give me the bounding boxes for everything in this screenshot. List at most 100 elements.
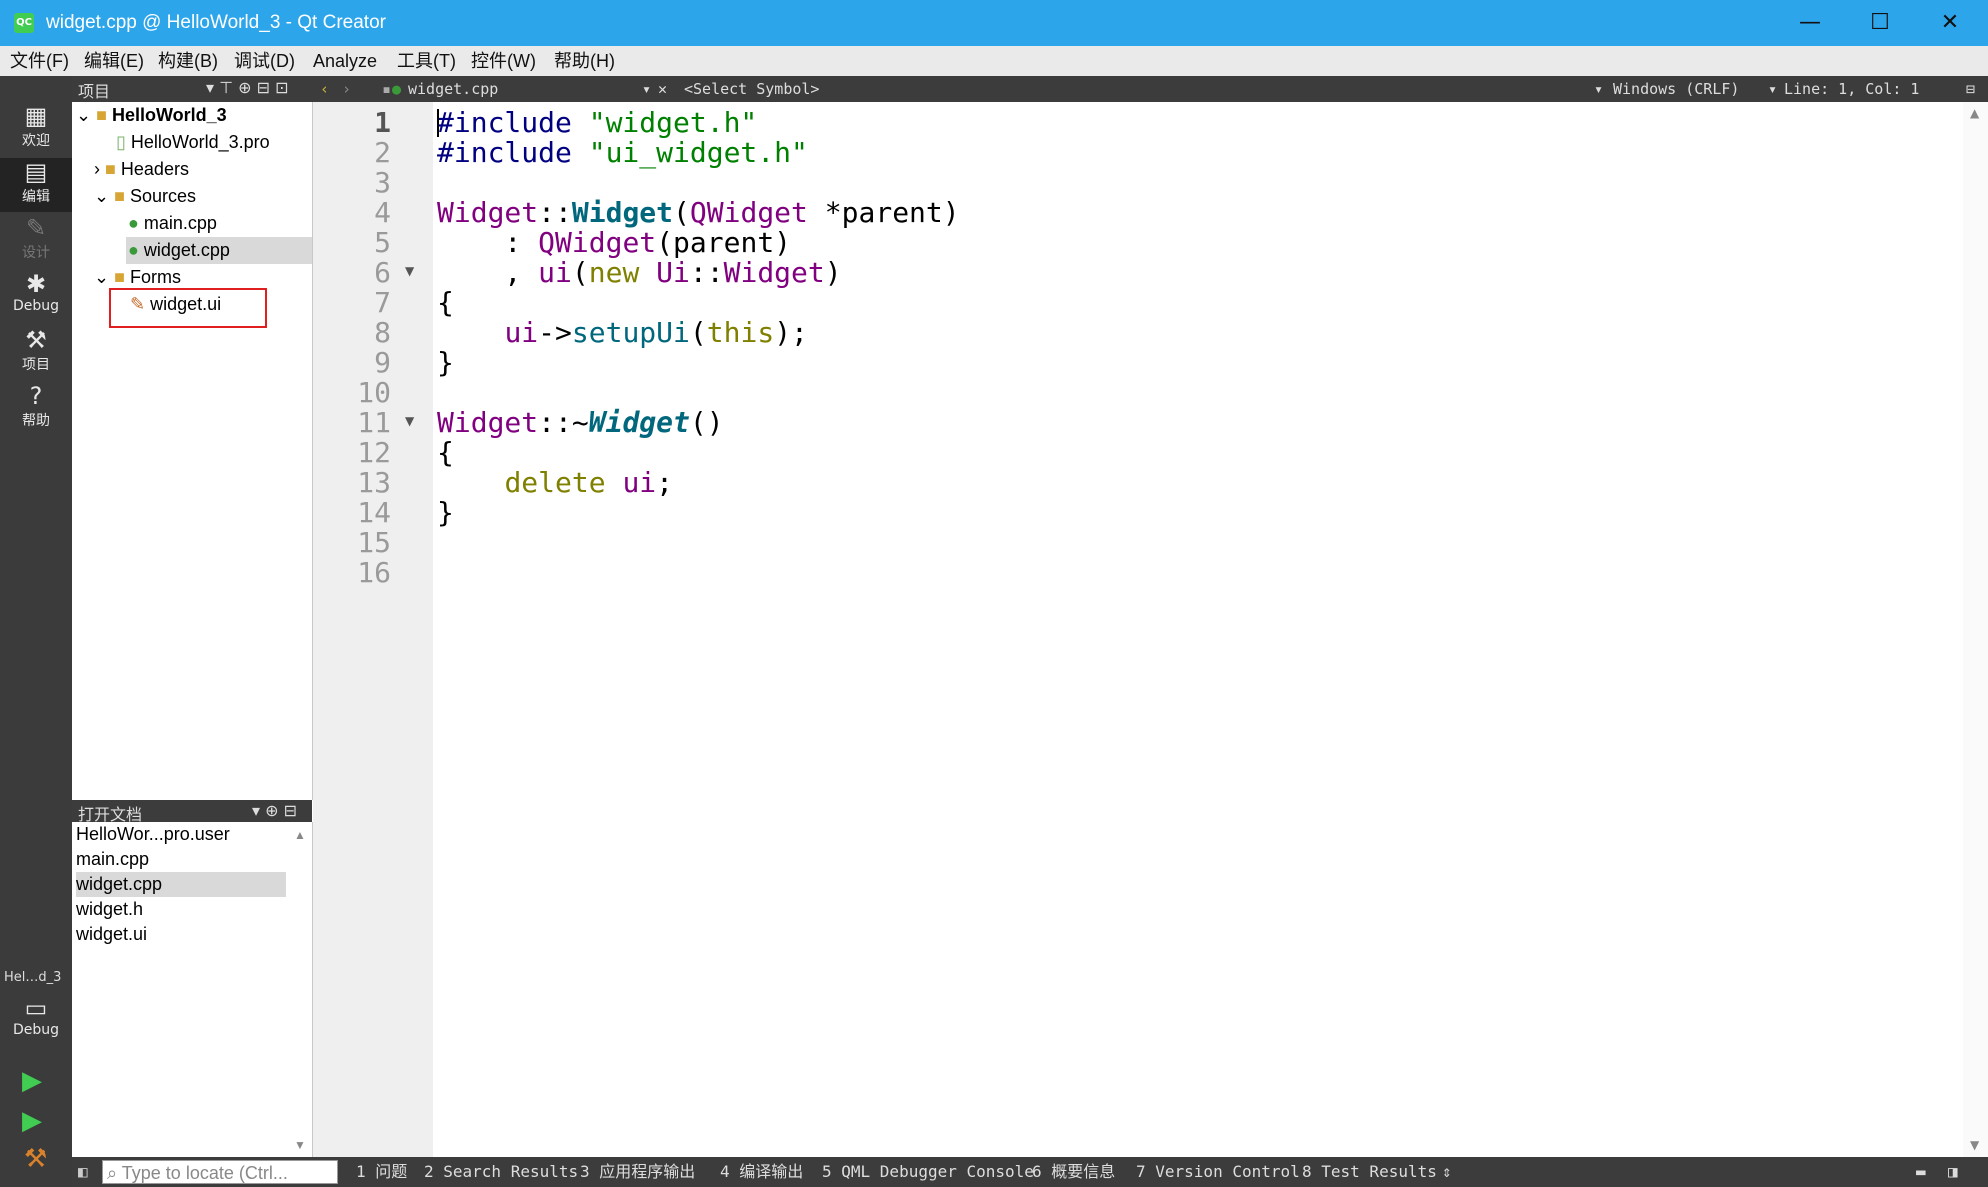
editor-scrollbar[interactable]: ▲ ▼ [1963,102,1988,1157]
menu-edit[interactable]: 编辑(E) [84,46,144,76]
menu-help[interactable]: 帮助(H) [554,46,615,76]
open-doc-item[interactable]: widget.h [76,897,286,922]
tree-item-forms[interactable]: ⌄ ■ Forms [94,264,181,291]
tree-item-widget-ui[interactable]: ✎ widget.ui [130,291,221,318]
expand-arrow-icon[interactable]: ⌄ [94,186,109,206]
mode-edit[interactable]: ▤ 编辑 [0,158,72,212]
tab-compile-output[interactable]: 4 编译输出 [720,1157,803,1187]
code-line: ui->setupUi(this); [437,314,807,352]
menu-tools[interactable]: 工具(T) [397,46,456,76]
tree-item-pro[interactable]: ▯ HelloWorld_3.pro [116,129,270,156]
maximize-button[interactable]: ☐ [1845,0,1915,46]
code-token: "ui_widget.h" [588,136,808,169]
scroll-down-icon[interactable]: ▼ [1970,1138,1979,1152]
mode-projects[interactable]: ⚒ 项目 [0,326,72,380]
mode-bar: ▦ 欢迎 ▤ 编辑 ✎ 设计 ✱ Debug ⚒ 项目 ? 帮助 Hel…d_3… [0,76,72,1187]
cursor-position[interactable]: Line: 1, Col: 1 [1784,76,1919,102]
open-doc-item[interactable]: widget.ui [76,922,286,947]
project-folder-icon: ■ [96,105,107,125]
fold-marker-icon[interactable]: ▼ [405,264,414,278]
code-editor[interactable]: #include "widget.h" #include "ui_widget.h… [433,102,1963,1157]
progress-details-icon[interactable]: ▬ [1916,1157,1926,1187]
menu-controls[interactable]: 控件(W) [471,46,536,76]
search-icon: ⌕ [107,1163,118,1183]
close-button[interactable]: ✕ [1915,0,1985,46]
filter-icon[interactable]: ▾ ⊤ ⊕ ⊟ ⊡ [206,78,289,97]
split-editor-icon[interactable]: ⊟ [1966,76,1975,102]
cpp-file-icon: ● [392,80,402,98]
chevron-down-icon[interactable]: ▾ [642,76,651,102]
menu-analyze[interactable]: Analyze [313,46,377,76]
chevron-down-icon[interactable]: ▾ [1768,76,1777,102]
project-pane-header: 项目 ▾ ⊤ ⊕ ⊟ ⊡ [72,76,312,102]
toggle-output-icon[interactable]: ◨ [1948,1157,1958,1187]
tab-search-results[interactable]: 2 Search Results [424,1157,578,1187]
minimize-button[interactable]: — [1775,0,1845,46]
mode-label: 设计 [22,245,50,261]
code-token: delete [504,466,623,499]
code-line: Widget::~Widget() [437,404,724,442]
menu-build[interactable]: 构建(B) [158,46,218,76]
open-doc-item[interactable]: widget.cpp [76,872,286,897]
expand-arrow-icon[interactable]: ⌄ [94,267,109,287]
code-line: } [437,494,454,532]
menu-bar: 文件(F) 编辑(E) 构建(B) 调试(D) Analyze 工具(T) 控件… [0,46,1988,76]
line-number: 16 [357,556,391,589]
scroll-down-icon[interactable]: ▼ [294,1138,306,1152]
chevron-down-icon[interactable]: ▾ [1594,76,1603,102]
line-ending-selector[interactable]: Windows (CRLF) [1613,76,1739,102]
code-token: Ui [656,256,690,289]
mode-help[interactable]: ? 帮助 [0,382,72,436]
run-icon[interactable]: ▶ [22,1066,42,1096]
project-pane-title[interactable]: 项目 [78,78,110,102]
tree-item-main-cpp[interactable]: ● main.cpp [128,210,217,237]
tree-item-sources[interactable]: ⌄ ■ Sources [94,183,196,210]
code-token: } [437,496,454,529]
menu-debug[interactable]: 调试(D) [234,46,295,76]
tree-item-project[interactable]: ⌄ ■ HelloWorld_3 [76,102,227,129]
tree-item-label: Headers [120,159,189,179]
mode-welcome[interactable]: ▦ 欢迎 [0,102,72,156]
help-icon: ? [29,382,43,410]
code-token: Widget [723,256,825,289]
scroll-up-icon[interactable]: ▲ [1970,106,1979,120]
mode-label: 编辑 [22,189,50,205]
kit-selector[interactable]: ▭ Debug [0,994,72,1048]
expand-arrow-icon[interactable]: ⌄ [76,105,91,125]
code-token: () [689,406,724,439]
split-icon[interactable]: ▾ ⊕ ⊟ [252,801,297,820]
scroll-up-icon[interactable]: ▲ [294,828,306,842]
qt-creator-icon: QC [14,13,34,33]
code-line: } [437,344,454,382]
close-file-icon[interactable]: ✕ [658,76,667,102]
kit-mode: Debug [12,1022,60,1038]
debug-run-icon[interactable]: ▶ [22,1106,42,1136]
kit-name: Hel…d_3 [4,970,62,985]
tree-item-label: Sources [130,186,197,206]
tab-issues[interactable]: 1 问题 [356,1157,407,1187]
symbol-selector[interactable]: <Select Symbol> [684,76,819,102]
mode-design[interactable]: ✎ 设计 [0,214,72,268]
build-hammer-icon[interactable]: ⚒ [24,1144,47,1174]
mode-debug[interactable]: ✱ Debug [0,270,72,324]
current-file-selector[interactable]: widget.cpp [408,76,498,102]
tab-version-control[interactable]: 7 Version Control [1136,1157,1300,1187]
tree-item-headers[interactable]: › ■ Headers [94,156,189,183]
collapse-arrow-icon[interactable]: › [94,159,100,179]
open-doc-item[interactable]: main.cpp [76,847,286,872]
tab-qml-console[interactable]: 5 QML Debugger Console [822,1157,1034,1187]
locator-input[interactable]: ⌕ Type to locate (Ctrl... [102,1160,338,1184]
tree-item-label: HelloWorld_3 [112,105,227,125]
tab-test-results[interactable]: 8 Test Results [1302,1157,1437,1187]
open-doc-item[interactable]: HelloWor...pro.user [76,822,286,847]
menu-file[interactable]: 文件(F) [10,46,69,76]
nav-forward-icon[interactable]: › [342,76,351,102]
tab-app-output[interactable]: 3 应用程序输出 [580,1157,695,1187]
nav-back-icon[interactable]: ‹ [320,76,329,102]
more-tabs-icon[interactable]: ⇕ [1442,1157,1452,1187]
tab-general-messages[interactable]: 6 概要信息 [1032,1157,1115,1187]
toggle-sidebar-icon[interactable]: ◧ [78,1157,88,1187]
tree-item-widget-cpp[interactable]: ● widget.cpp [126,237,312,264]
mode-label: 项目 [22,357,50,373]
fold-marker-icon[interactable]: ▼ [405,414,414,428]
